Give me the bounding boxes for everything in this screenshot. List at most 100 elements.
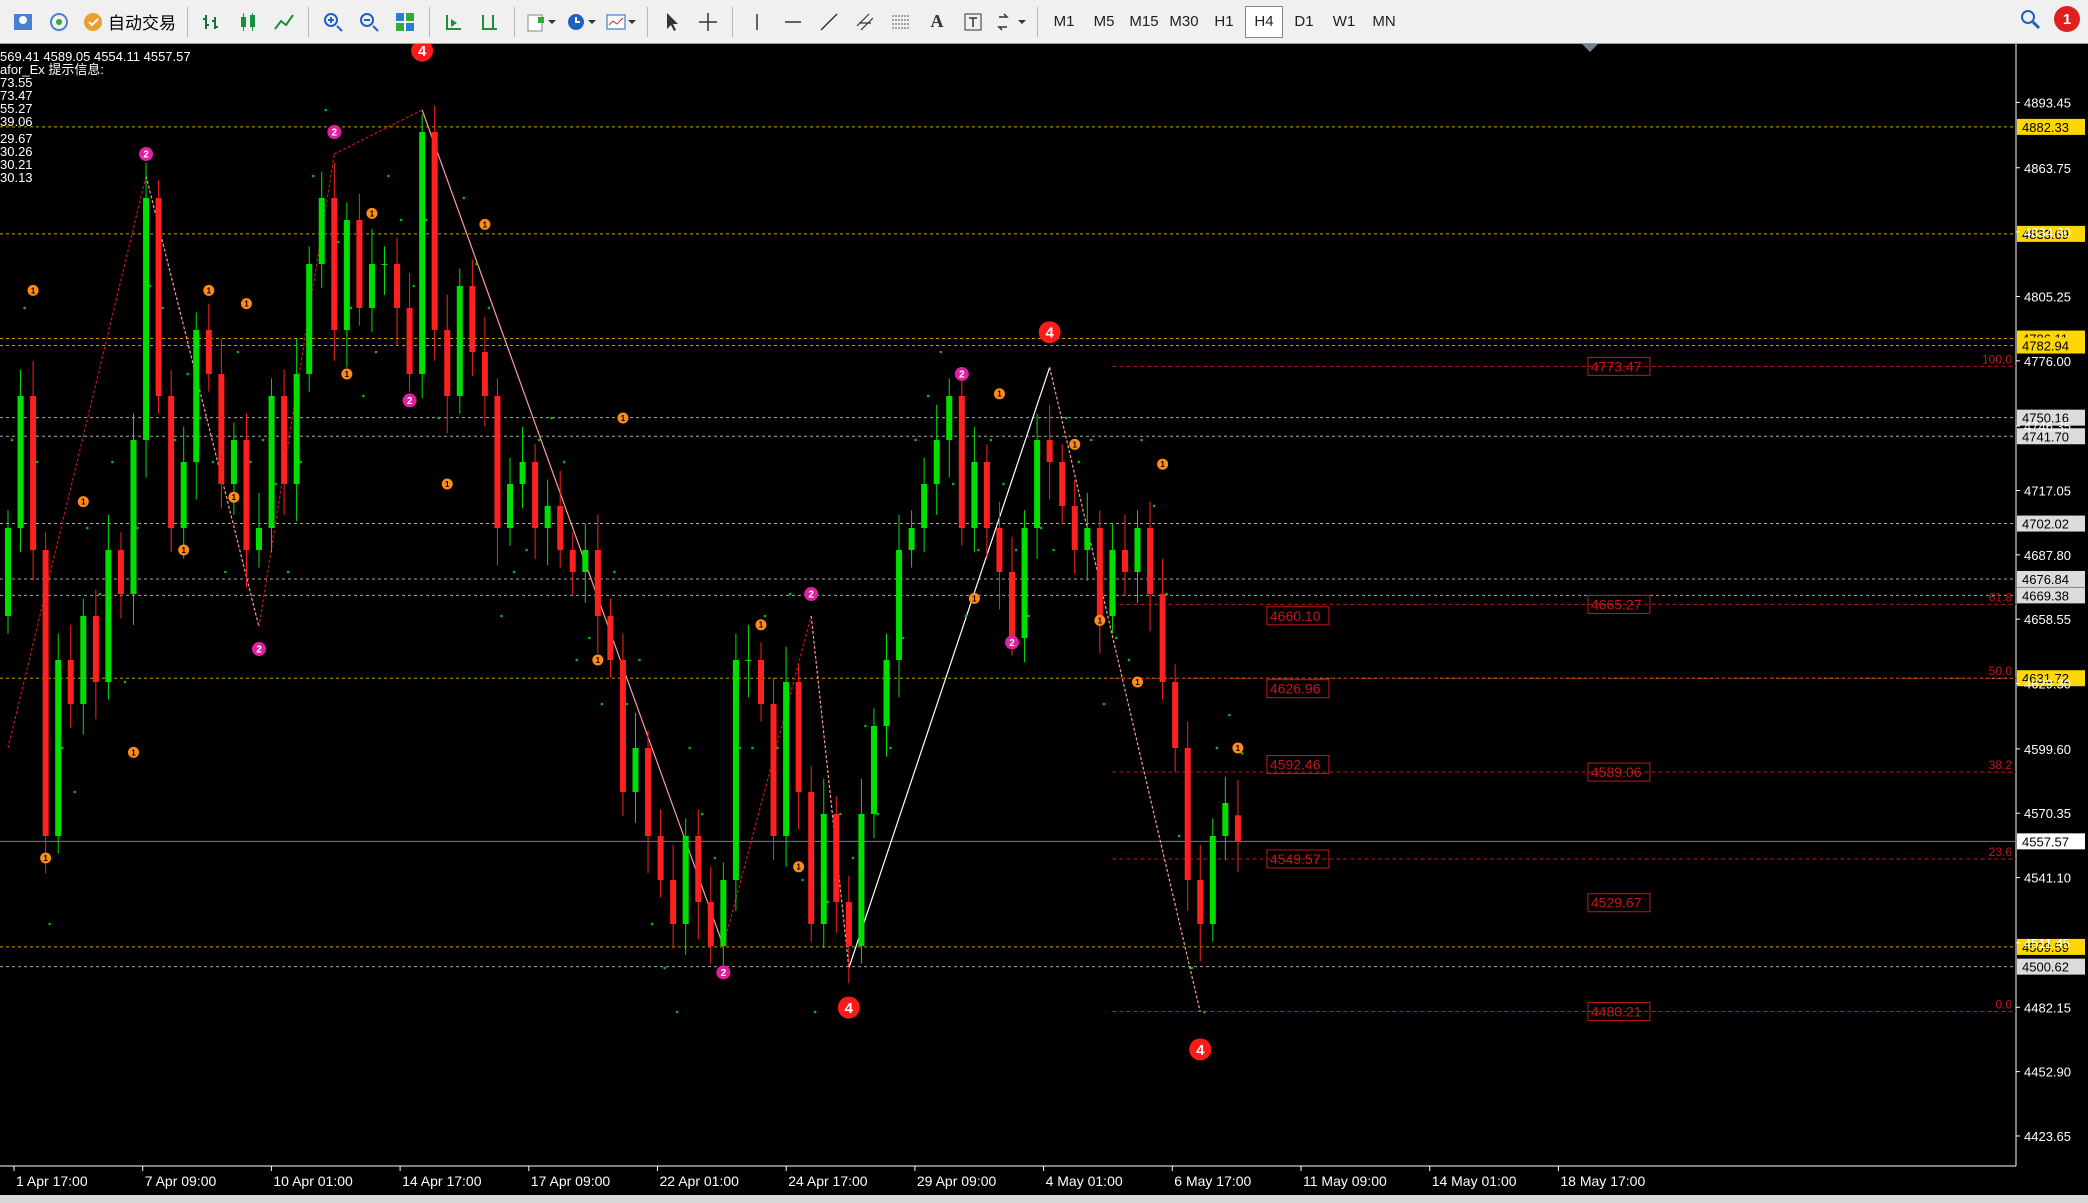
templates-icon[interactable] (602, 6, 640, 38)
pivot-marker-label: 1 (43, 854, 48, 863)
trendline-icon[interactable] (812, 6, 846, 38)
candle-body (55, 660, 62, 836)
candle-body (908, 528, 915, 550)
sar-dot (299, 460, 302, 464)
candle-body (481, 352, 488, 396)
candle-body (958, 396, 965, 528)
candle-body (331, 198, 338, 330)
sar-dot (161, 306, 164, 310)
candlestick-icon[interactable] (231, 6, 265, 38)
search-icon[interactable] (2018, 7, 2042, 31)
timeframe-h4[interactable]: H4 (1245, 5, 1283, 38)
line-chart-icon[interactable] (267, 6, 301, 38)
zoom-in-icon[interactable] (316, 6, 350, 38)
auto-trade-button[interactable]: 自动交易 (78, 6, 180, 38)
y-tick-label: 4746.35 (2024, 419, 2071, 434)
fibo-percent-label: 100.0 (1982, 352, 2012, 366)
timeframe-m1[interactable]: M1 (1045, 6, 1083, 38)
candle-body (682, 836, 689, 924)
sar-dot (537, 438, 541, 442)
chart-shift-icon[interactable] (473, 6, 507, 38)
timeframe-mn[interactable]: MN (1365, 6, 1403, 38)
sar-dot (650, 922, 654, 926)
sar-dot (437, 416, 441, 420)
sar-dot (23, 306, 26, 310)
y-tick-label: 4776.00 (2024, 354, 2071, 369)
chart-info-block: 569.41 4589.05 4554.11 4557.57 afor_Ex 提… (0, 50, 191, 184)
notification-badge[interactable]: 1 (2054, 6, 2080, 32)
channel-icon[interactable] (848, 6, 882, 38)
profile-icon[interactable] (6, 6, 40, 38)
timeframe-m30[interactable]: M30 (1165, 6, 1203, 38)
sar-dot (864, 724, 867, 728)
indicator-value: 30.13 (0, 170, 33, 185)
x-tick-label: 7 Apr 09:00 (145, 1173, 217, 1189)
candle-body (870, 726, 877, 814)
candle-body (1059, 462, 1066, 506)
price-chart[interactable]: 4882.334833.694786.114782.944750.164741.… (0, 44, 2088, 1195)
candle-body (557, 506, 564, 550)
price-annotation-label: 4773.47 (1591, 358, 1642, 374)
arrows-icon[interactable] (992, 6, 1030, 38)
vertical-line-icon[interactable] (740, 6, 774, 38)
timeframe-m5[interactable]: M5 (1085, 6, 1123, 38)
timeframe-w1[interactable]: W1 (1325, 6, 1363, 38)
timeframe-m15[interactable]: M15 (1125, 6, 1163, 38)
candle-body (795, 682, 802, 792)
candle-body (130, 440, 137, 594)
candle-body (1109, 550, 1116, 616)
zoom-out-icon[interactable] (352, 6, 386, 38)
sar-dot (1190, 966, 1193, 970)
sar-dot (625, 702, 629, 706)
fibonacci-icon[interactable] (884, 6, 918, 38)
candle-body (1071, 506, 1078, 550)
market-watch-icon[interactable] (42, 6, 76, 38)
cursor-icon[interactable] (655, 6, 689, 38)
x-tick-label: 14 Apr 17:00 (402, 1173, 482, 1189)
candle-body (281, 396, 288, 484)
pivot-marker-label: 1 (596, 656, 601, 665)
candle-body (845, 902, 852, 946)
candle-body (532, 462, 539, 528)
bar-chart-icon[interactable] (195, 6, 229, 38)
sar-dot (1152, 504, 1156, 508)
text-label-icon[interactable] (956, 6, 990, 38)
zigzag-segment (145, 175, 260, 628)
sar-dot (575, 658, 579, 662)
candle-body (1184, 748, 1191, 880)
crosshair-icon[interactable] (691, 6, 725, 38)
toolbar-separator (514, 6, 515, 37)
sar-dot (123, 680, 127, 684)
candle-body (1096, 528, 1103, 616)
sar-dot (889, 746, 892, 750)
indicators-icon[interactable] (522, 6, 560, 38)
timeframe-h1[interactable]: H1 (1205, 6, 1243, 38)
sar-dot (148, 284, 152, 288)
candle-body (356, 220, 363, 308)
toolbar-right: 1 (2018, 6, 2080, 32)
y-tick-label: 4541.10 (2024, 871, 2071, 886)
pivot-marker-label: 1 (1073, 440, 1078, 449)
periods-icon[interactable] (562, 6, 600, 38)
horizontal-line-icon[interactable] (776, 6, 810, 38)
candle-body (318, 198, 325, 264)
timeframe-d1[interactable]: D1 (1285, 6, 1323, 38)
sar-dot (751, 746, 754, 750)
fibo-percent-label: 61.8 (1989, 590, 2013, 604)
tile-windows-icon[interactable] (388, 6, 422, 38)
pivot-marker-label: 4 (1196, 1042, 1205, 1059)
pivot-marker-label: 1 (796, 863, 801, 872)
zigzag-segment (334, 109, 423, 155)
text-tool-icon[interactable]: A (920, 6, 954, 38)
auto-scroll-icon[interactable] (437, 6, 471, 38)
y-tick-label: 4658.55 (2024, 612, 2071, 627)
candle-body (256, 528, 262, 550)
candle-body (155, 198, 162, 396)
sar-dot (600, 702, 604, 706)
y-tick-label: 4893.45 (2024, 95, 2071, 110)
sar-dot (1140, 438, 1143, 442)
pivot-marker-label: 1 (81, 497, 86, 506)
candle-body (143, 198, 150, 440)
sar-dot (249, 460, 252, 464)
toolbar-separator (732, 6, 733, 37)
